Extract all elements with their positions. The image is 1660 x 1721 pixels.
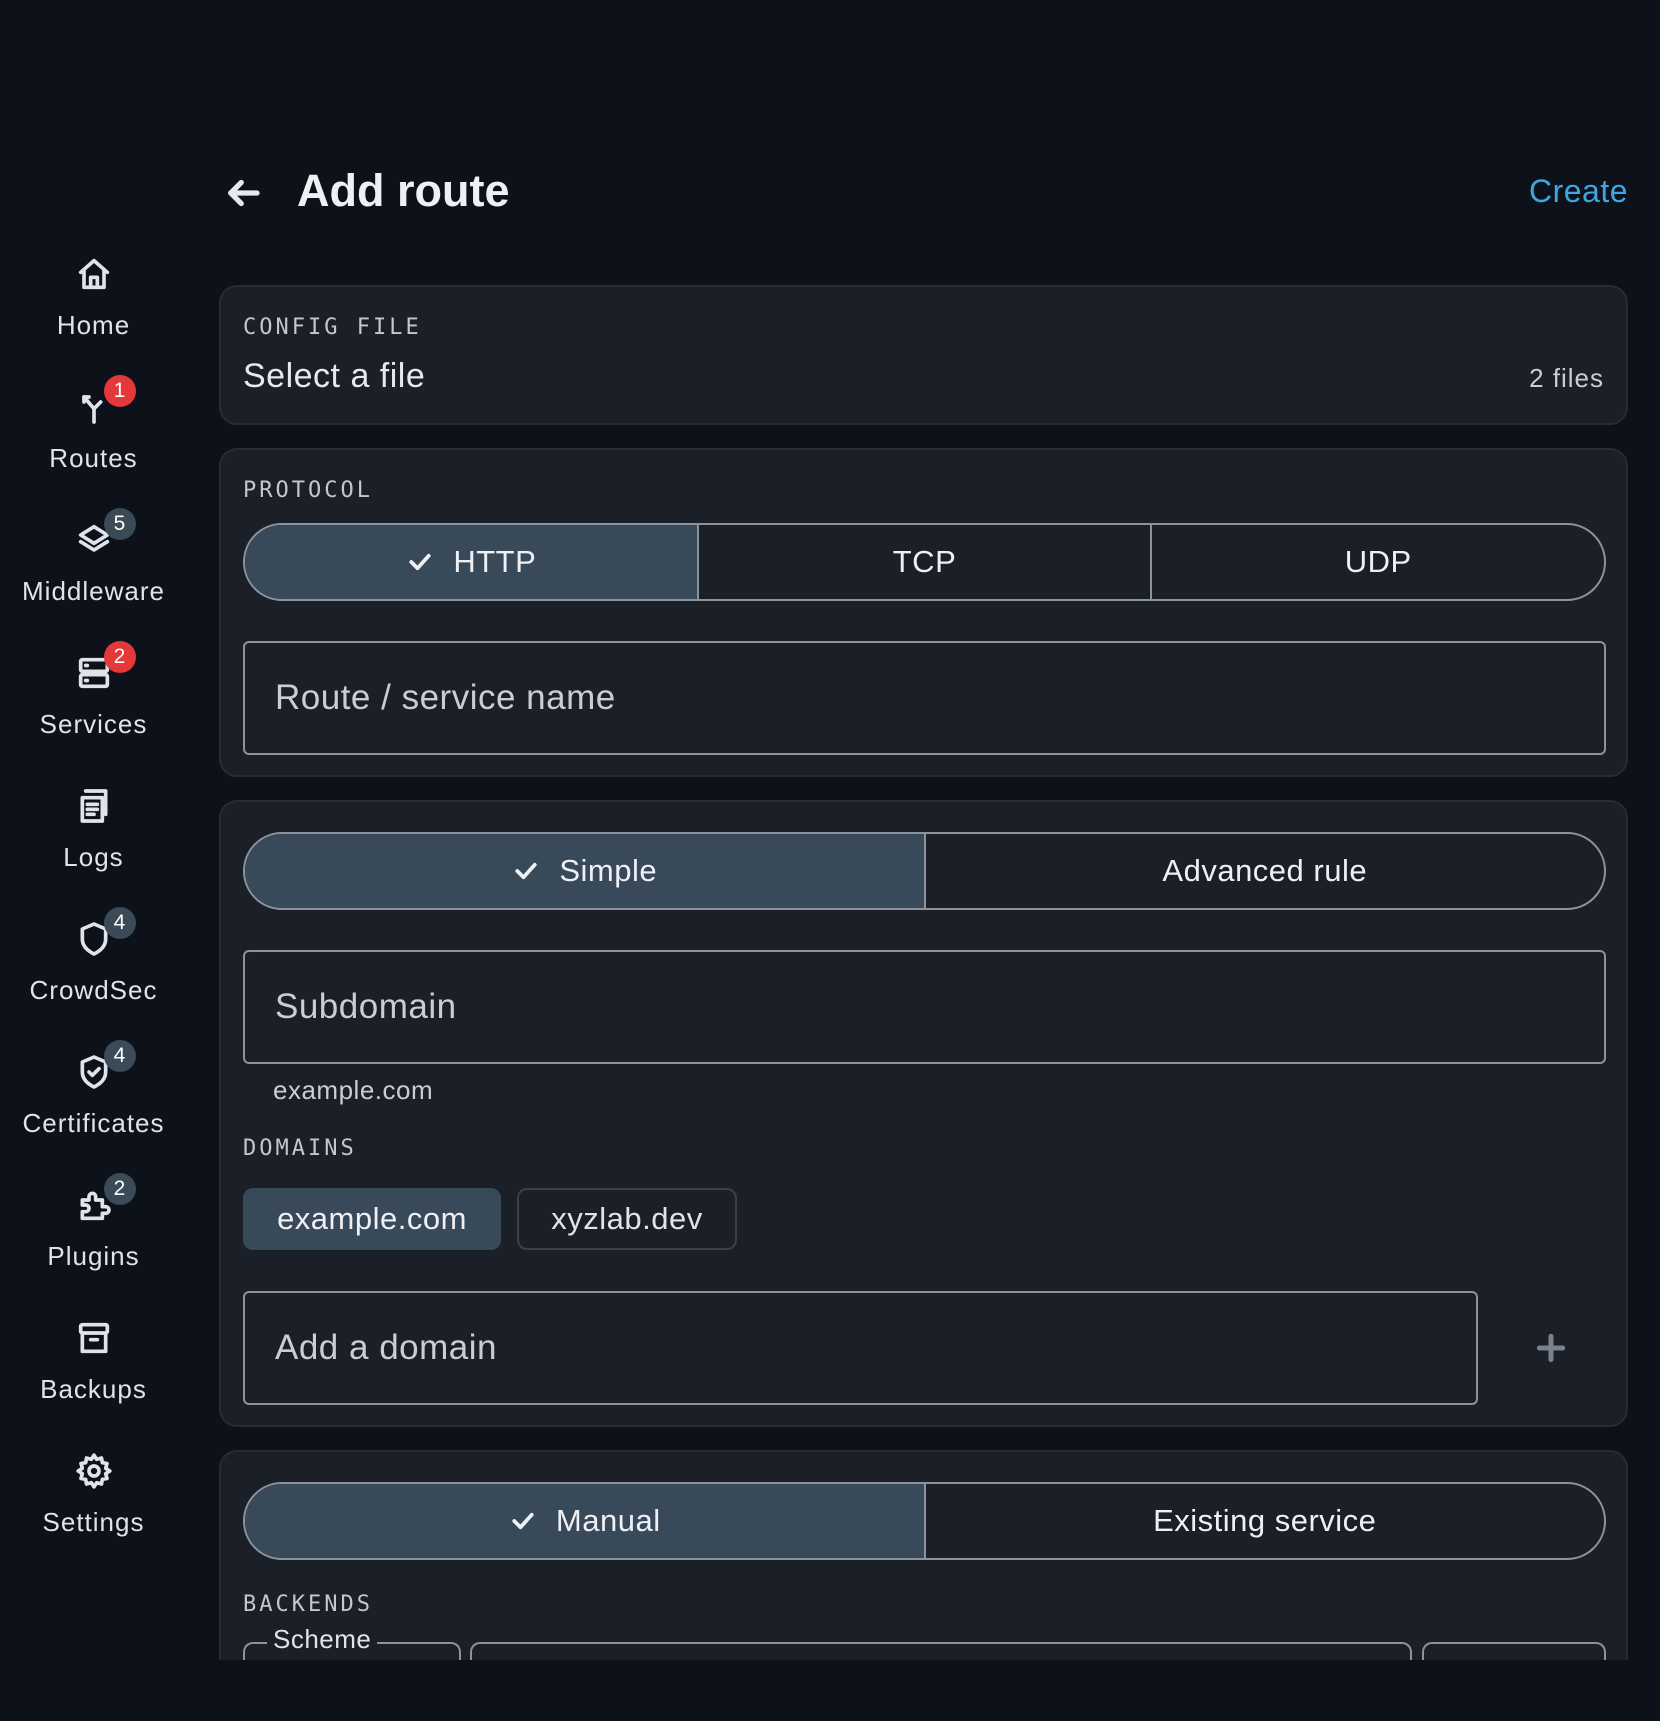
shield-icon: 4 xyxy=(72,907,136,961)
config-file-label: CONFIG FILE xyxy=(243,315,422,340)
config-file-count: 2 files xyxy=(1529,363,1604,393)
sidebar-item-label: CrowdSec xyxy=(29,975,158,1005)
puzzle-icon: 2 xyxy=(72,1173,136,1227)
shield-check-icon: 4 xyxy=(72,1040,136,1094)
rule-mode-label: Advanced rule xyxy=(1162,853,1368,888)
domains-label: DOMAINS xyxy=(243,1136,357,1161)
plus-icon xyxy=(1536,1333,1566,1363)
sidebar-item-label: Routes xyxy=(49,443,138,473)
domain-chip[interactable]: xyzlab.dev xyxy=(517,1188,737,1250)
page-title: Add route xyxy=(297,165,510,216)
backend-mode-existing-service[interactable]: Existing service xyxy=(926,1484,1605,1558)
backend-mode-label: Existing service xyxy=(1153,1503,1377,1538)
crowdsec-badge: 4 xyxy=(103,907,136,939)
sidebar-item-backups[interactable]: Backups xyxy=(0,1304,187,1436)
sidebar-item-label: Middleware xyxy=(22,576,165,606)
routes-badge: 1 xyxy=(103,375,136,407)
archive-icon xyxy=(72,1316,116,1360)
plugins-badge: 2 xyxy=(103,1173,136,1205)
protocol-option-label: UDP xyxy=(1344,544,1412,579)
backend-mode-label: Manual xyxy=(555,1503,661,1538)
rule-mode-label: Simple xyxy=(559,853,658,888)
sidebar-item-crowdsec[interactable]: 4 CrowdSec xyxy=(0,905,187,1037)
sidebar-item-middleware[interactable]: 5 Middleware xyxy=(0,506,187,638)
check-icon xyxy=(512,1512,534,1530)
sidebar-item-plugins[interactable]: 2 Plugins xyxy=(0,1171,187,1303)
sidebar-item-label: Logs xyxy=(63,842,124,872)
services-badge: 2 xyxy=(103,641,136,673)
add-domain-button[interactable] xyxy=(1531,1328,1571,1368)
subdomain-field[interactable] xyxy=(243,950,1606,1064)
subdomain-input[interactable] xyxy=(275,987,1574,1027)
middleware-badge: 5 xyxy=(103,508,136,540)
protocol-label: PROTOCOL xyxy=(243,478,373,503)
sidebar-item-label: Plugins xyxy=(47,1241,140,1271)
server-icon: 2 xyxy=(72,641,136,695)
protocol-card: PROTOCOL HTTP TCP UDP xyxy=(219,448,1628,777)
backend-mode-segmented-control: Manual Existing service xyxy=(243,1482,1606,1560)
logs-icon xyxy=(72,784,116,828)
rule-mode-simple[interactable]: Simple xyxy=(245,834,926,908)
backends-label: BACKENDS xyxy=(243,1592,373,1617)
rule-card: Simple Advanced rule example.com DOMAINS… xyxy=(219,800,1628,1427)
protocol-option-label: TCP xyxy=(892,544,957,579)
home-icon xyxy=(72,252,116,296)
sidebar-item-home[interactable]: Home xyxy=(0,240,187,372)
sidebar-item-services[interactable]: 2 Services xyxy=(0,639,187,771)
sidebar-item-logs[interactable]: Logs xyxy=(0,772,187,904)
create-button[interactable]: Create xyxy=(1529,173,1628,210)
certificates-badge: 4 xyxy=(103,1040,136,1072)
domain-chip[interactable]: example.com xyxy=(243,1188,501,1250)
sidebar-item-label: Settings xyxy=(42,1507,145,1537)
app-root: Home 1 Routes 5 Middleware 2 Services Lo… xyxy=(0,0,1660,1721)
backend-mode-manual[interactable]: Manual xyxy=(245,1484,926,1558)
sidebar-item-label: Certificates xyxy=(22,1108,165,1138)
check-icon xyxy=(515,862,537,880)
config-file-card[interactable]: CONFIG FILE Select a file 2 files xyxy=(219,285,1628,425)
bottom-mask xyxy=(0,1660,1660,1721)
subdomain-helper: example.com xyxy=(273,1075,434,1105)
sidebar-item-label: Services xyxy=(39,709,148,739)
protocol-option-label: HTTP xyxy=(453,544,537,579)
layers-icon: 5 xyxy=(72,508,136,562)
protocol-option-http[interactable]: HTTP xyxy=(245,525,699,599)
routes-icon: 1 xyxy=(72,375,136,429)
rule-mode-segmented-control: Simple Advanced rule xyxy=(243,832,1606,910)
sidebar-item-label: Backups xyxy=(40,1374,147,1404)
sidebar-item-settings[interactable]: Settings xyxy=(0,1437,187,1569)
add-domain-field[interactable] xyxy=(243,1291,1478,1405)
protocol-segmented-control: HTTP TCP UDP xyxy=(243,523,1606,601)
add-domain-input[interactable] xyxy=(275,1328,1446,1368)
check-icon xyxy=(409,553,431,571)
route-name-field[interactable] xyxy=(243,641,1606,755)
gear-icon xyxy=(72,1449,116,1493)
sidebar-item-certificates[interactable]: 4 Certificates xyxy=(0,1038,187,1170)
config-file-select[interactable]: Select a file xyxy=(243,357,425,396)
route-name-input[interactable] xyxy=(275,678,1574,718)
sidebar-item-routes[interactable]: 1 Routes xyxy=(0,373,187,505)
rule-mode-advanced[interactable]: Advanced rule xyxy=(926,834,1605,908)
sidebar-item-label: Home xyxy=(56,310,131,340)
protocol-option-tcp[interactable]: TCP xyxy=(699,525,1153,599)
scheme-label: Scheme xyxy=(267,1624,378,1655)
protocol-option-udp[interactable]: UDP xyxy=(1152,525,1604,599)
back-arrow-icon[interactable] xyxy=(222,172,264,214)
